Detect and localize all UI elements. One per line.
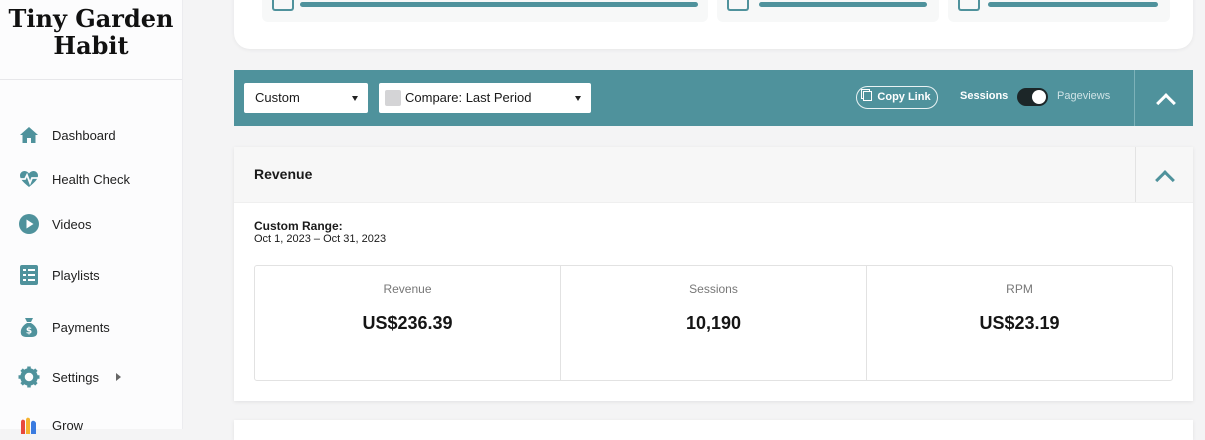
grow-logo-icon xyxy=(21,417,36,434)
metric-sessions: Sessions 10,190 xyxy=(560,266,866,380)
compare-value: Compare: Last Period xyxy=(405,90,532,105)
sidebar-item-health-check[interactable]: Health Check xyxy=(18,168,130,190)
brand-line-1: Tiny Garden xyxy=(8,4,174,33)
sidebar-item-label: Playlists xyxy=(52,267,100,283)
toggle-knob xyxy=(1032,90,1046,104)
summary-tile[interactable] xyxy=(717,0,939,22)
copy-icon xyxy=(863,91,873,101)
sidebar-item-label: Dashboard xyxy=(52,127,116,143)
brand-logo[interactable]: Tiny Garden Habit xyxy=(0,0,182,80)
upload-icon xyxy=(958,0,980,11)
compare-select[interactable]: Compare: Last Period xyxy=(379,83,591,113)
dropdown-arrow-icon xyxy=(352,96,358,101)
custom-range-label: Custom Range: xyxy=(254,219,343,233)
money-bag-icon: $ xyxy=(20,318,38,337)
next-panel xyxy=(234,420,1193,440)
custom-range-value: Oct 1, 2023 – Oct 31, 2023 xyxy=(254,233,387,245)
sessions-pageviews-toggle[interactable] xyxy=(1017,88,1048,106)
progress-bar xyxy=(759,2,927,7)
sidebar-item-playlists[interactable]: Playlists xyxy=(18,262,100,288)
heartbeat-icon xyxy=(19,171,39,187)
sidebar-item-label: Settings xyxy=(52,369,99,385)
metric-revenue: Revenue US$236.39 xyxy=(255,266,560,380)
svg-text:$: $ xyxy=(26,327,32,337)
copy-link-button[interactable]: Copy Link xyxy=(856,86,938,109)
color-swatch xyxy=(385,90,401,106)
sidebar-item-label: Grow xyxy=(52,417,84,433)
metrics-grid: Revenue US$236.39 Sessions 10,190 RPM US… xyxy=(254,265,1173,381)
date-range-select[interactable]: Custom xyxy=(244,83,368,113)
sidebar-item-payments[interactable]: $ Payments xyxy=(18,314,110,340)
sidebar: Tiny Garden Habit Dashboard Health Check… xyxy=(0,0,183,434)
sidebar-item-label: Health Check xyxy=(52,171,131,187)
date-range-value: Custom xyxy=(255,90,300,105)
sidebar-item-label: Videos xyxy=(52,216,92,232)
code-icon xyxy=(727,0,749,11)
dropdown-arrow-icon xyxy=(575,96,581,101)
filter-toolbar: Custom Compare: Last Period Copy Link Se… xyxy=(234,70,1193,126)
collapse-toolbar-button[interactable] xyxy=(1156,93,1176,113)
metric-label: Sessions xyxy=(689,282,738,296)
home-icon xyxy=(20,127,38,143)
divider xyxy=(1134,70,1135,126)
sidebar-item-label: Payments xyxy=(52,319,110,335)
gear-icon xyxy=(18,366,40,388)
pageviews-label: Pageviews xyxy=(1057,90,1111,102)
progress-bar xyxy=(988,2,1158,7)
revenue-panel: Revenue Custom Range: Oct 1, 2023 – Oct … xyxy=(234,147,1193,401)
revenue-panel-title: Revenue xyxy=(254,166,313,182)
copy-link-label: Copy Link xyxy=(877,91,931,103)
play-icon xyxy=(19,214,39,234)
metric-value: US$23.19 xyxy=(979,313,1060,333)
metric-value: US$236.39 xyxy=(362,313,453,333)
summary-tile[interactable] xyxy=(262,0,708,22)
list-icon xyxy=(20,265,38,285)
brand-line-2: Habit xyxy=(53,31,129,60)
sessions-label: Sessions xyxy=(960,90,1009,102)
sidebar-item-dashboard[interactable]: Dashboard xyxy=(18,124,116,146)
progress-bar xyxy=(300,2,698,7)
sidebar-item-settings[interactable]: Settings xyxy=(18,366,121,388)
divider xyxy=(1135,147,1136,202)
metric-label: RPM xyxy=(1006,282,1033,296)
summary-card xyxy=(234,0,1193,49)
chevron-right-icon xyxy=(115,373,121,381)
collapse-revenue-button[interactable] xyxy=(1155,170,1175,190)
monitor-icon xyxy=(272,0,294,11)
metric-value: 10,190 xyxy=(685,313,742,333)
metric-rpm: RPM US$23.19 xyxy=(866,266,1172,380)
revenue-panel-header[interactable]: Revenue xyxy=(234,147,1193,203)
summary-tile[interactable] xyxy=(948,0,1170,22)
sidebar-item-grow[interactable]: Grow xyxy=(18,414,83,436)
metric-label: Revenue xyxy=(383,282,432,296)
sidebar-item-videos[interactable]: Videos xyxy=(18,213,92,235)
